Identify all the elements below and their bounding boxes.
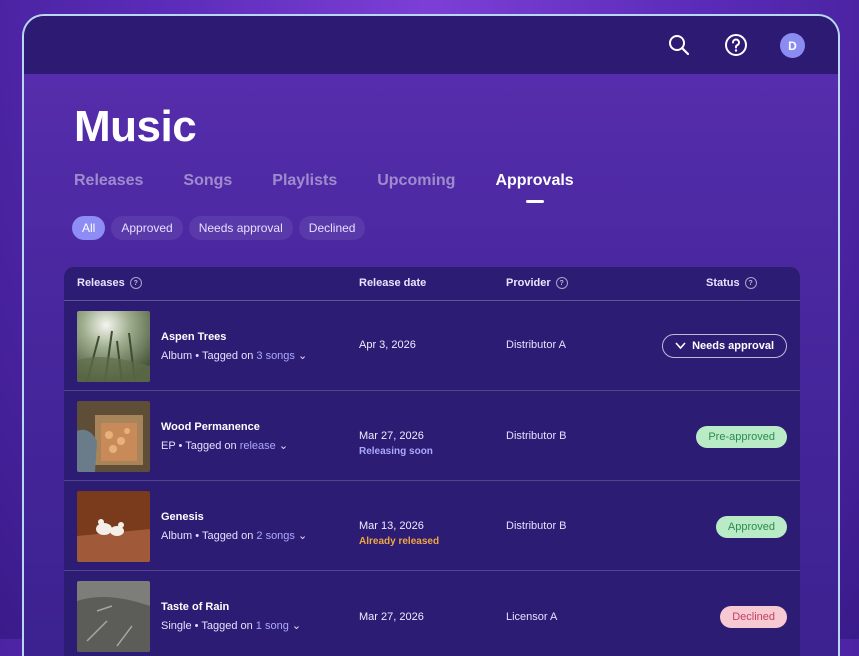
- chevron-down-icon[interactable]: ⌄: [298, 530, 307, 542]
- status-badge: Pre-approved: [696, 426, 787, 448]
- table-row[interactable]: Taste of Rain Single • Tagged on 1 song …: [64, 571, 800, 656]
- chevron-down-icon: [675, 342, 686, 350]
- release-meta: Single • Tagged on 1 song ⌄: [161, 620, 302, 632]
- release-date: Mar 13, 2026: [359, 520, 424, 532]
- filter-chips: All Approved Needs approval Declined: [72, 216, 366, 240]
- filter-needs-approval[interactable]: Needs approval: [188, 216, 293, 240]
- tab-approvals[interactable]: Approvals: [495, 172, 574, 203]
- table-row[interactable]: Wood Permanence EP • Tagged on release ⌄…: [64, 391, 800, 481]
- needs-approval-button[interactable]: Needs approval: [662, 334, 787, 358]
- approvals-table: Releases? Release date Provider? Status?…: [64, 267, 800, 656]
- release-title[interactable]: Wood Permanence: [161, 421, 260, 433]
- release-date: Apr 3, 2026: [359, 339, 416, 351]
- release-artwork: [77, 581, 150, 652]
- filter-all[interactable]: All: [72, 216, 106, 240]
- tab-releases[interactable]: Releases: [74, 172, 143, 190]
- chevron-down-icon[interactable]: ⌄: [279, 440, 288, 452]
- search-icon[interactable]: [666, 32, 692, 58]
- column-provider[interactable]: Provider?: [506, 277, 568, 289]
- table-row[interactable]: Aspen Trees Album • Tagged on 3 songs ⌄ …: [64, 301, 800, 391]
- status-badge: Approved: [715, 516, 787, 538]
- tab-songs[interactable]: Songs: [183, 172, 232, 190]
- tab-upcoming[interactable]: Upcoming: [377, 172, 455, 190]
- provider: Licensor A: [506, 611, 558, 623]
- tagged-link[interactable]: release: [240, 440, 276, 452]
- help-icon[interactable]: [723, 32, 749, 58]
- column-release-date[interactable]: Release date: [359, 277, 426, 289]
- tagged-link[interactable]: 3 songs: [256, 350, 295, 362]
- release-note: Releasing soon: [359, 446, 433, 457]
- provider: Distributor B: [506, 520, 567, 532]
- release-title[interactable]: Aspen Trees: [161, 331, 226, 343]
- column-releases[interactable]: Releases?: [77, 277, 142, 289]
- chevron-down-icon[interactable]: ⌄: [292, 620, 301, 632]
- release-meta: EP • Tagged on release ⌄: [161, 440, 289, 452]
- top-bar: D: [24, 16, 838, 74]
- release-title[interactable]: Taste of Rain: [161, 601, 229, 613]
- release-title[interactable]: Genesis: [161, 511, 204, 523]
- release-note: Already released: [359, 536, 440, 547]
- table-row[interactable]: Genesis Album • Tagged on 2 songs ⌄ Mar …: [64, 481, 800, 571]
- filter-approved[interactable]: Approved: [111, 216, 183, 240]
- provider: Distributor B: [506, 430, 567, 442]
- app-window: D Music Releases Songs Playlists Upcomin…: [22, 14, 840, 656]
- release-meta: Album • Tagged on 3 songs ⌄: [161, 350, 308, 362]
- tab-playlists[interactable]: Playlists: [272, 172, 337, 190]
- info-icon[interactable]: ?: [129, 277, 142, 289]
- tagged-link[interactable]: 2 songs: [256, 530, 295, 542]
- chevron-down-icon[interactable]: ⌄: [298, 350, 307, 362]
- status-badge: Declined: [720, 606, 787, 628]
- release-date: Mar 27, 2026: [359, 611, 424, 623]
- release-artwork: [77, 491, 150, 562]
- column-status[interactable]: Status?: [706, 277, 757, 289]
- avatar[interactable]: D: [780, 33, 805, 58]
- page-title: Music: [74, 102, 197, 151]
- provider: Distributor A: [506, 339, 566, 351]
- tagged-link[interactable]: 1 song: [256, 620, 289, 632]
- info-icon[interactable]: ?: [744, 277, 757, 289]
- release-artwork: [77, 401, 150, 472]
- info-icon[interactable]: ?: [555, 277, 568, 289]
- table-header: Releases? Release date Provider? Status?: [64, 267, 800, 301]
- release-artwork: [77, 311, 150, 382]
- release-date: Mar 27, 2026: [359, 430, 424, 442]
- filter-declined[interactable]: Declined: [298, 216, 366, 240]
- tab-bar: Releases Songs Playlists Upcoming Approv…: [74, 172, 614, 203]
- release-meta: Album • Tagged on 2 songs ⌄: [161, 530, 308, 542]
